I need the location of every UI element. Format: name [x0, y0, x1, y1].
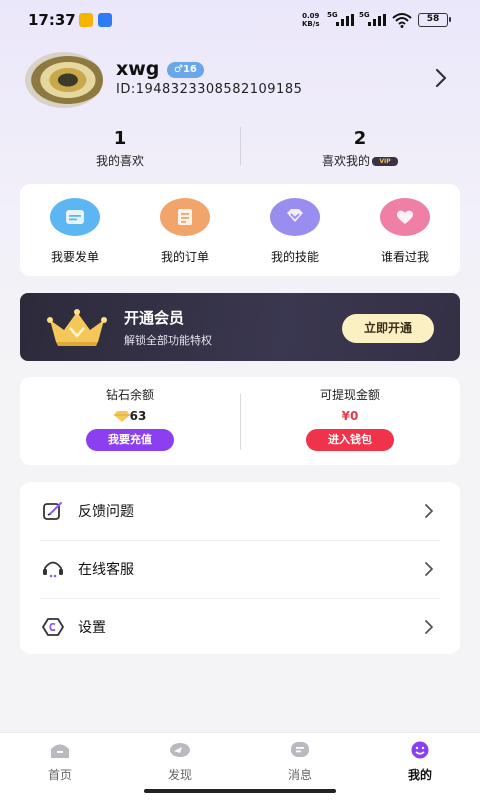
network-speed-unit: KB/s — [302, 20, 320, 28]
vip-subtitle: 解锁全部功能特权 — [124, 334, 212, 347]
function-who-viewed[interactable]: 谁看过我 — [350, 198, 460, 265]
recharge-button[interactable]: 我要充值 — [86, 429, 174, 451]
function-label: 我的订单 — [160, 250, 209, 264]
menu-item-customer-service[interactable]: 在线客服 — [20, 540, 460, 598]
function-label: 我要发单 — [50, 250, 99, 264]
battery-icon: 58 — [418, 13, 451, 27]
chevron-right-icon — [425, 504, 433, 518]
balance-label: 钻石余额 — [105, 388, 154, 402]
message-icon — [291, 742, 309, 757]
balance-label: 可提现金额 — [319, 388, 380, 402]
feedback-icon — [43, 502, 62, 520]
status-bar: 17:37 0.09 KB/s 5G 5G 58 — [0, 0, 480, 40]
battery-level: 58 — [426, 14, 440, 24]
stat-liked-me[interactable]: 2 喜欢我的 VIP — [240, 128, 480, 169]
notification-app-icon — [98, 13, 112, 27]
function-my-skills[interactable]: 我的技能 — [240, 198, 350, 265]
stat-my-likes[interactable]: 1 我的喜欢 — [0, 128, 240, 169]
home-indicator[interactable] — [144, 789, 336, 793]
withdrawable-balance: 可提现金额 ¥0 进入钱包 — [240, 386, 460, 451]
stat-label: 喜欢我的 — [321, 154, 370, 168]
function-label: 谁看过我 — [380, 250, 429, 264]
tab-profile[interactable]: 我的 — [360, 741, 480, 783]
diamond-icon — [113, 411, 130, 422]
stat-value: 1 — [113, 128, 127, 149]
function-label: 我的技能 — [270, 250, 319, 264]
heart-icon — [380, 198, 430, 236]
order-icon — [160, 198, 210, 236]
profile-icon — [411, 741, 429, 759]
tab-discover[interactable]: 发现 — [120, 741, 240, 783]
signal-icon — [368, 14, 386, 26]
function-grid: 我要发单 我的订单 我的技能 谁看过我 — [20, 184, 460, 276]
discover-icon — [170, 743, 190, 757]
signal-icon — [336, 14, 354, 26]
headset-icon — [43, 561, 63, 578]
vip-activate-button[interactable]: 立即开通 — [342, 314, 434, 343]
level-badge: ♂16 — [167, 62, 204, 78]
tab-label: 发现 — [167, 768, 192, 782]
tab-label: 我的 — [407, 768, 432, 782]
menu-item-settings[interactable]: 设置 — [20, 598, 460, 656]
settings-icon — [42, 618, 64, 636]
chevron-right-icon — [425, 620, 433, 634]
stat-value: 2 — [353, 128, 367, 149]
function-post-order[interactable]: 我要发单 — [20, 198, 130, 265]
diamond-balance: 钻石余额 63 我要充值 — [20, 386, 240, 451]
tab-label: 消息 — [287, 768, 312, 782]
menu-label: 反馈问题 — [78, 504, 134, 520]
list-icon — [50, 198, 100, 236]
wallet-button[interactable]: 进入钱包 — [306, 429, 394, 451]
network-speed-value: 0.09 — [302, 12, 320, 20]
avatar[interactable] — [25, 52, 103, 108]
username: xwg — [116, 58, 160, 80]
chevron-right-icon[interactable] — [430, 66, 452, 90]
crown-icon — [47, 309, 107, 346]
network-speed: 0.09 KB/s — [302, 12, 319, 28]
chevron-right-icon — [425, 562, 433, 576]
menu-label: 设置 — [78, 620, 106, 636]
wifi-icon — [392, 13, 412, 28]
cash-amount: ¥0 — [341, 409, 359, 423]
tab-messages[interactable]: 消息 — [240, 741, 360, 783]
function-my-orders[interactable]: 我的订单 — [130, 198, 240, 265]
user-id: ID:1948323308582109185 — [116, 82, 303, 97]
diamond-amount: 63 — [129, 409, 147, 423]
skill-icon — [270, 198, 320, 236]
menu-item-feedback[interactable]: 反馈问题 — [20, 482, 460, 540]
menu-label: 在线客服 — [78, 562, 134, 578]
stat-label: 我的喜欢 — [95, 154, 144, 168]
tab-label: 首页 — [47, 768, 72, 782]
vip-title: 开通会员 — [124, 309, 185, 327]
tab-home[interactable]: 首页 — [0, 741, 120, 783]
status-time: 17:37 — [28, 11, 76, 29]
notification-app-icon — [79, 13, 93, 27]
home-icon — [51, 744, 69, 758]
vip-badge: VIP — [372, 157, 398, 166]
